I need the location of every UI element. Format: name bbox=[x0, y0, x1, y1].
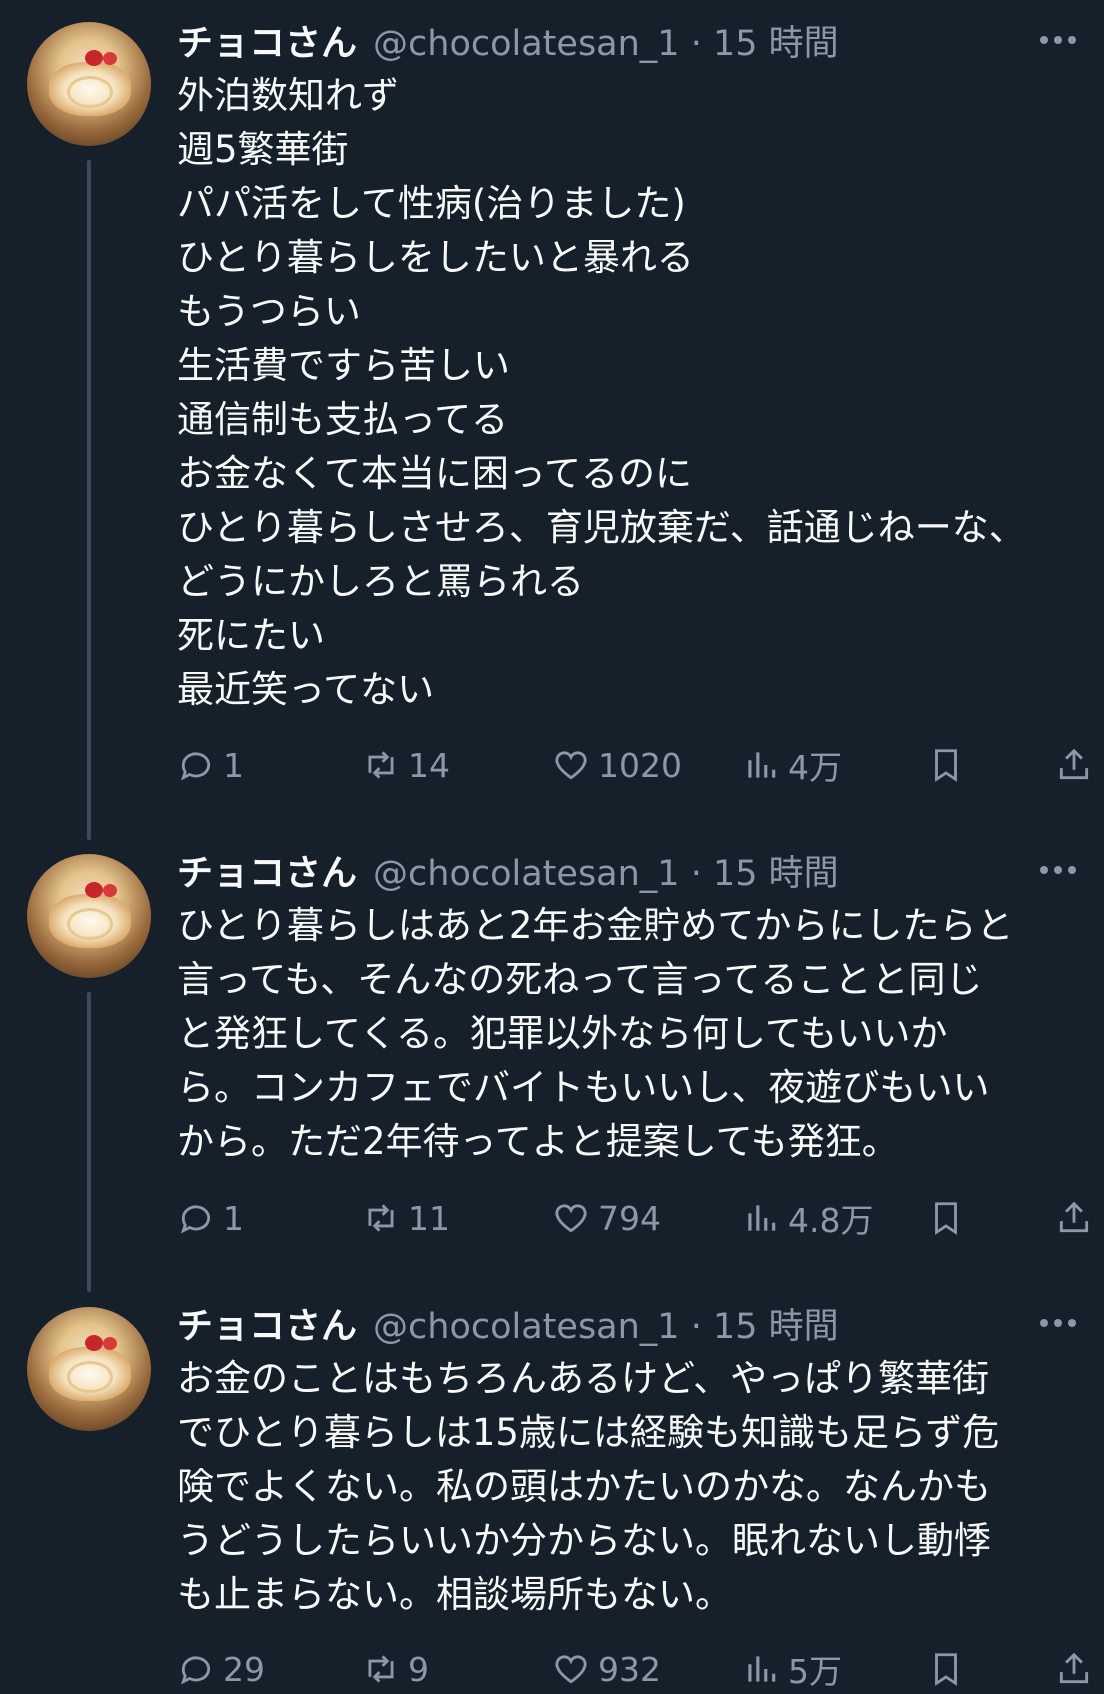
retweet-button[interactable]: 11 bbox=[362, 1193, 450, 1243]
tweet-line: ひとり暮らしはあと2年お金貯めてからにしたらと bbox=[177, 904, 1014, 947]
tweet-line: から。ただ2年待ってよと提案しても発狂。 bbox=[177, 1120, 899, 1163]
thread-line bbox=[87, 992, 91, 1292]
retweet-button[interactable]: 9 bbox=[362, 1644, 429, 1694]
views-icon bbox=[748, 1656, 776, 1682]
tweet-line: ひとり暮らしをしたいと暴れる bbox=[177, 236, 694, 279]
author-handle-time[interactable]: @chocolatesan_1 · 15 時間 bbox=[373, 1298, 839, 1349]
author-handle-time[interactable]: @chocolatesan_1 · 15 時間 bbox=[373, 15, 839, 66]
like-count: 1020 bbox=[598, 745, 682, 785]
heart-icon bbox=[555, 1655, 587, 1684]
thread-line bbox=[87, 160, 91, 840]
like-count: 794 bbox=[598, 1198, 661, 1238]
heart-icon bbox=[555, 751, 587, 780]
tweet-actions: 1 14 1020 4万 bbox=[177, 740, 1089, 790]
bookmark-button[interactable] bbox=[927, 1193, 965, 1243]
bookmark-icon bbox=[935, 749, 957, 782]
reply-icon bbox=[180, 1205, 211, 1234]
reply-button[interactable]: 1 bbox=[177, 740, 244, 790]
reply-button[interactable]: 29 bbox=[177, 1644, 265, 1694]
views-count: 4万 bbox=[788, 748, 842, 787]
avatar[interactable] bbox=[27, 854, 151, 978]
retweet-count: 9 bbox=[408, 1649, 429, 1689]
tweet-line: お金なくて本当に困ってるのに bbox=[177, 452, 693, 495]
avatar[interactable] bbox=[27, 1307, 151, 1431]
share-icon bbox=[1059, 1652, 1089, 1684]
author-name[interactable]: チョコさん bbox=[177, 1297, 357, 1349]
share-button[interactable] bbox=[1055, 1193, 1093, 1243]
more-icon[interactable] bbox=[1040, 845, 1076, 895]
more-icon[interactable] bbox=[1040, 1298, 1076, 1348]
tweet-text: ひとり暮らしはあと2年お金貯めてからにしたらと 言っても、そんなの死ねって言って… bbox=[177, 899, 1077, 1169]
views-count: 4.8万 bbox=[788, 1201, 874, 1240]
tweet-line: 険でよくない。私の頭はかたいのかな。なんかも bbox=[177, 1465, 991, 1508]
bookmark-button[interactable] bbox=[927, 740, 965, 790]
tweet-line: 外泊数知れず bbox=[177, 74, 399, 117]
views-button[interactable]: 5万 bbox=[742, 1644, 842, 1694]
tweet-header: チョコさん @chocolatesan_1 · 15 時間 bbox=[177, 15, 839, 65]
retweet-button[interactable]: 14 bbox=[362, 740, 450, 790]
like-button[interactable]: 932 bbox=[552, 1644, 661, 1694]
reply-icon bbox=[180, 1656, 211, 1685]
retweet-count: 14 bbox=[408, 745, 450, 785]
tweet-line: と発狂してくる。犯罪以外なら何してもいいか bbox=[177, 1012, 948, 1055]
reply-count: 1 bbox=[223, 1198, 244, 1238]
avatar[interactable] bbox=[27, 22, 151, 146]
views-icon bbox=[748, 752, 776, 778]
views-button[interactable]: 4.8万 bbox=[742, 1193, 873, 1243]
reply-count: 1 bbox=[223, 745, 244, 785]
tweet-line: どうにかしろと罵られる bbox=[177, 560, 584, 603]
tweet-line: もうつらい bbox=[177, 290, 361, 333]
tweet-text: お金のことはもちろんあるけど、やっぱり繁華街 でひとり暮らしは15歳には経験も知… bbox=[177, 1352, 1077, 1622]
more-icon[interactable] bbox=[1040, 15, 1076, 65]
bookmark-button[interactable] bbox=[927, 1644, 965, 1694]
tweet-line: お金のことはもちろんあるけど、やっぱり繁華街 bbox=[177, 1357, 990, 1400]
reply-button[interactable]: 1 bbox=[177, 1193, 244, 1243]
reply-icon bbox=[180, 752, 211, 781]
retweet-icon bbox=[368, 1655, 394, 1683]
share-icon bbox=[1059, 1201, 1089, 1233]
author-name[interactable]: チョコさん bbox=[177, 14, 357, 66]
tweet-line: でひとり暮らしは15歳には経験も知識も足らず危 bbox=[177, 1411, 1000, 1454]
share-icon bbox=[1059, 748, 1089, 780]
tweet-header: チョコさん @chocolatesan_1 · 15 時間 bbox=[177, 845, 839, 895]
tweet-actions: 1 11 794 4.8万 bbox=[177, 1193, 1089, 1243]
tweet-line: ら。コンカフェでバイトもいいし、夜遊びもいい bbox=[177, 1066, 990, 1109]
tweet-line: パパ活をして性病(治りました) bbox=[177, 182, 686, 225]
tweet-line: 最近笑ってない bbox=[177, 668, 435, 711]
tweet-line: 死にたい bbox=[177, 614, 325, 657]
tweet-text: 外泊数知れず 週5繁華街 パパ活をして性病(治りました) ひとり暮らしをしたいと… bbox=[177, 69, 1077, 717]
tweet-line: ひとり暮らしさせろ、育児放棄だ、話通じねーな、 bbox=[177, 506, 1026, 549]
bookmark-icon bbox=[935, 1653, 957, 1686]
tweet-header: チョコさん @chocolatesan_1 · 15 時間 bbox=[177, 1298, 839, 1348]
retweet-icon bbox=[368, 751, 394, 779]
tweet-line: 通信制も支払ってる bbox=[177, 398, 509, 441]
views-icon bbox=[748, 1205, 776, 1231]
share-button[interactable] bbox=[1055, 740, 1093, 790]
like-count: 932 bbox=[598, 1649, 661, 1689]
retweet-icon bbox=[368, 1204, 394, 1232]
author-handle-time[interactable]: @chocolatesan_1 · 15 時間 bbox=[373, 845, 839, 896]
tweet-line: も止まらない。相談場所もない。 bbox=[177, 1573, 732, 1616]
like-button[interactable]: 1020 bbox=[552, 740, 682, 790]
author-name[interactable]: チョコさん bbox=[177, 844, 357, 896]
reply-count: 29 bbox=[223, 1649, 265, 1689]
views-button[interactable]: 4万 bbox=[742, 740, 842, 790]
tweet-line: 週5繁華街 bbox=[177, 128, 349, 171]
heart-icon bbox=[555, 1204, 587, 1233]
tweet-line: 生活費ですら苦しい bbox=[177, 344, 510, 387]
bookmark-icon bbox=[935, 1202, 957, 1235]
retweet-count: 11 bbox=[408, 1198, 450, 1238]
tweet-actions: 29 9 932 5万 bbox=[177, 1644, 1089, 1694]
tweet-line: うどうしたらいいか分からない。眠れないし動悸 bbox=[177, 1519, 991, 1562]
share-button[interactable] bbox=[1055, 1644, 1093, 1694]
tweet-line: 言っても、そんなの死ねって言ってることと同じ bbox=[177, 958, 983, 1001]
like-button[interactable]: 794 bbox=[552, 1193, 661, 1243]
views-count: 5万 bbox=[788, 1652, 842, 1691]
